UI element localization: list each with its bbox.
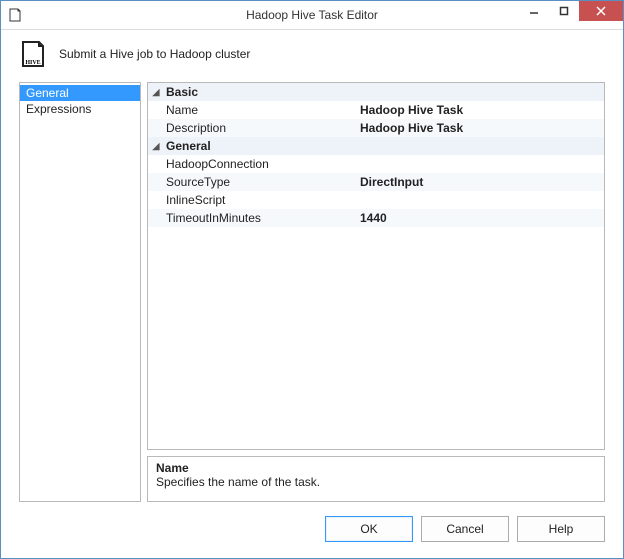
description-pane: Name Specifies the name of the task. [147, 456, 605, 502]
property-label: TimeoutInMinutes [164, 211, 356, 225]
button-label: OK [360, 522, 377, 536]
description-title: Name [156, 461, 596, 475]
app-icon [7, 7, 23, 23]
help-button[interactable]: Help [517, 516, 605, 542]
collapse-icon[interactable]: ◢ [148, 141, 164, 152]
property-value[interactable]: Hadoop Hive Task [356, 103, 604, 117]
nav-item-expressions[interactable]: Expressions [20, 101, 140, 117]
button-label: Help [549, 522, 574, 536]
hive-task-icon: HIVE [19, 40, 47, 68]
property-row-sourcetype[interactable]: SourceType DirectInput [148, 173, 604, 191]
property-row-description[interactable]: Description Hadoop Hive Task [148, 119, 604, 137]
property-row-name[interactable]: Name Hadoop Hive Task [148, 101, 604, 119]
property-value[interactable]: 1440 [356, 211, 604, 225]
cancel-button[interactable]: Cancel [421, 516, 509, 542]
property-row-hadoopconnection[interactable]: HadoopConnection [148, 155, 604, 173]
property-row-timeoutinminutes[interactable]: TimeoutInMinutes 1440 [148, 209, 604, 227]
dialog-body: General Expressions ◢ Basic Name Hadoop … [1, 82, 623, 502]
property-value[interactable]: DirectInput [356, 175, 604, 189]
close-button[interactable] [579, 1, 623, 21]
property-value[interactable]: Hadoop Hive Task [356, 121, 604, 135]
property-label: SourceType [164, 175, 356, 189]
property-row-inlinescript[interactable]: InlineScript [148, 191, 604, 209]
dialog-footer: OK Cancel Help [1, 502, 623, 558]
window-controls [519, 1, 623, 29]
svg-text:HIVE: HIVE [25, 60, 40, 66]
description-text: Specifies the name of the task. [156, 475, 596, 489]
property-label: InlineScript [164, 193, 356, 207]
nav-item-label: General [26, 86, 69, 100]
property-grid[interactable]: ◢ Basic Name Hadoop Hive Task Descriptio… [147, 82, 605, 450]
category-label: General [164, 139, 211, 153]
nav-item-label: Expressions [26, 102, 91, 116]
maximize-button[interactable] [549, 1, 579, 21]
property-label: Name [164, 103, 356, 117]
category-label: Basic [164, 85, 198, 99]
nav-pane: General Expressions [19, 82, 141, 502]
button-label: Cancel [446, 522, 483, 536]
property-label: Description [164, 121, 356, 135]
minimize-button[interactable] [519, 1, 549, 21]
category-row-basic[interactable]: ◢ Basic [148, 83, 604, 101]
dialog-header: HIVE Submit a Hive job to Hadoop cluster [1, 30, 623, 82]
content-pane: ◢ Basic Name Hadoop Hive Task Descriptio… [147, 82, 605, 502]
dialog-description: Submit a Hive job to Hadoop cluster [59, 47, 250, 61]
ok-button[interactable]: OK [325, 516, 413, 542]
titlebar[interactable]: Hadoop Hive Task Editor [1, 1, 623, 30]
nav-item-general[interactable]: General [20, 85, 140, 101]
category-row-general[interactable]: ◢ General [148, 137, 604, 155]
dialog-window: Hadoop Hive Task Editor HIVE [0, 0, 624, 559]
property-label: HadoopConnection [164, 157, 356, 171]
collapse-icon[interactable]: ◢ [148, 87, 164, 98]
